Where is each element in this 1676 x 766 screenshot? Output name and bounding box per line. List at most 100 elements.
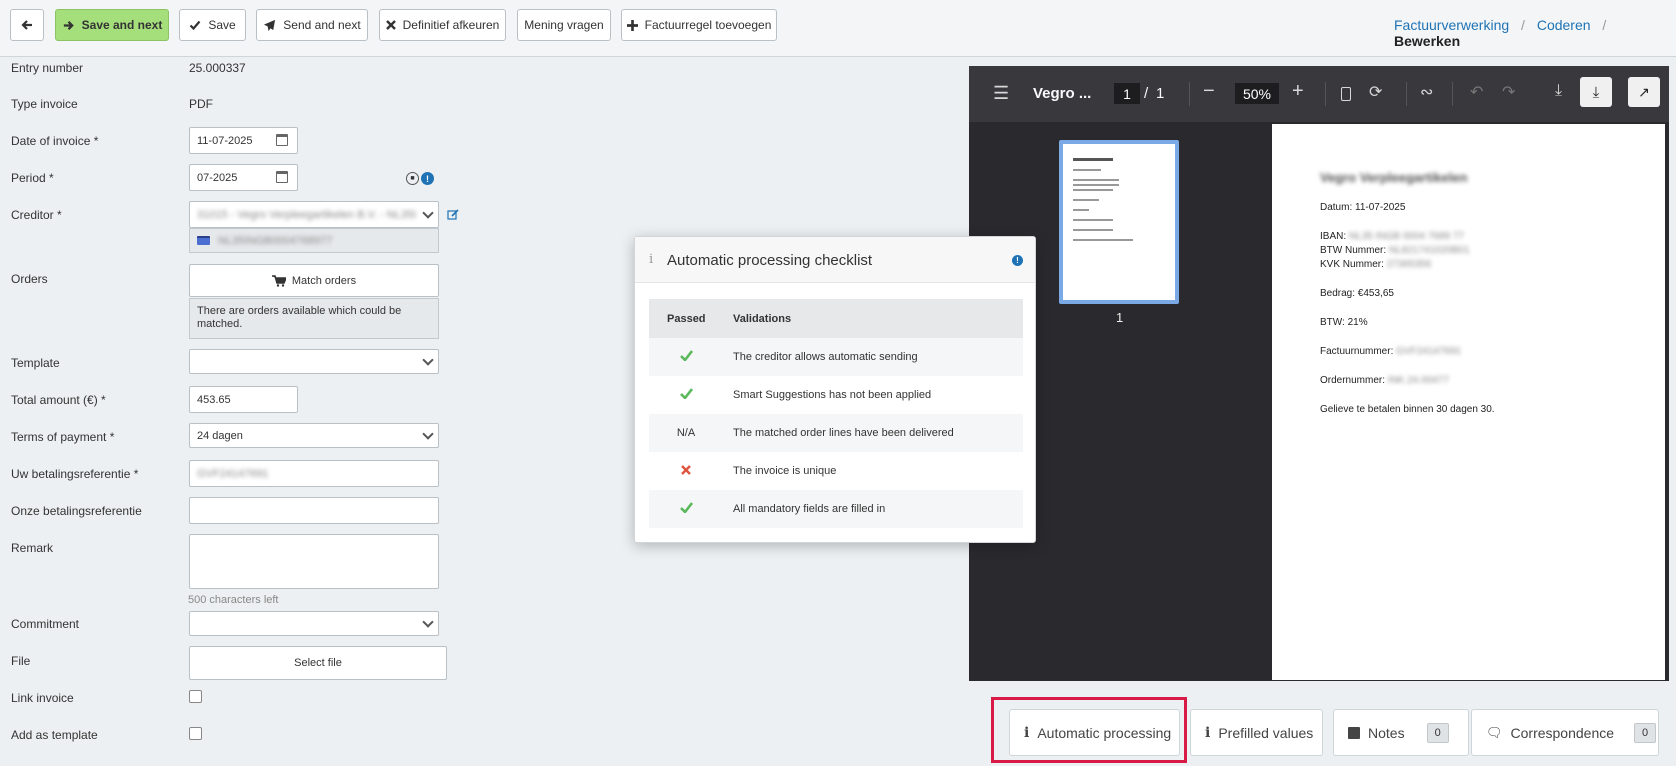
plus-icon	[626, 19, 638, 31]
template-label: Template	[11, 356, 60, 370]
match-orders-button[interactable]: Match orders	[189, 264, 439, 297]
check-icon	[190, 20, 201, 31]
draw-icon[interactable]: ∾	[1420, 82, 1433, 102]
save-download-icon[interactable]: ⤓	[1580, 77, 1612, 107]
popup-header: i Automatic processing checklist !	[635, 237, 1035, 283]
reject-button[interactable]: Definitief afkeuren	[379, 9, 506, 41]
total-amount-input[interactable]: 453.65	[189, 386, 298, 413]
total-amount-label: Total amount (€) *	[11, 393, 106, 407]
pdf-heading: Vegro Verpleegartikelen	[1320, 170, 1468, 185]
rotate-icon[interactable]: ⟳	[1369, 82, 1382, 102]
save-button[interactable]: Save	[179, 9, 246, 41]
table-row: Smart Suggestions has not been applied	[649, 376, 1023, 414]
pdf-iban: IBAN: NL35 INGB 0004 7689 77	[1320, 231, 1464, 242]
zoom-out-icon[interactable]: −	[1203, 80, 1215, 103]
file-label: File	[11, 654, 31, 668]
pdf-invoice-number: Factuurnummer: GVF24147691	[1320, 346, 1462, 357]
comments-icon: 🗨	[1486, 724, 1503, 740]
paper-plane-icon	[264, 19, 276, 31]
tab-prefilled-values[interactable]: i Prefilled values	[1190, 709, 1323, 756]
credit-card-icon	[197, 236, 210, 245]
open-external-icon[interactable]: ↗	[1628, 77, 1660, 107]
save-and-next-button[interactable]: Save and next	[55, 9, 169, 41]
pdf-btw: BTW: 21%	[1320, 317, 1368, 328]
zoom-in-icon[interactable]: +	[1292, 80, 1304, 103]
chars-left: 500 characters left	[188, 594, 279, 606]
breadcrumb-factuurverwerking[interactable]: Factuurverwerking	[1394, 17, 1509, 33]
highlight-box	[991, 697, 1187, 763]
chevron-down-icon	[422, 428, 434, 440]
commitment-label: Commitment	[11, 617, 80, 631]
send-and-next-button[interactable]: Send and next	[256, 9, 368, 41]
pdf-page: Vegro Verpleegartikelen Datum: 11-07-202…	[1272, 124, 1665, 680]
uw-ref-label: Uw betalingsreferentie *	[11, 467, 139, 481]
page-number-input[interactable]: 1	[1114, 83, 1140, 104]
type-invoice-label: Type invoice	[11, 97, 78, 111]
add-template-checkbox[interactable]	[189, 727, 202, 740]
breadcrumb-coderen[interactable]: Coderen	[1537, 17, 1591, 33]
info-icon: i	[1205, 724, 1211, 741]
commitment-select[interactable]	[189, 611, 439, 636]
redo-icon[interactable]: ↷	[1502, 82, 1515, 102]
calendar-icon[interactable]	[276, 171, 288, 183]
uw-ref-input[interactable]: GVF24147691	[189, 460, 439, 487]
breadcrumb: Factuurverwerking / Coderen / Bewerken	[1394, 17, 1607, 49]
creditor-select[interactable]: 31015 - Vegro Verpleegartikelen B.V. - N…	[189, 201, 439, 228]
pdf-amount: Bedrag: €453,65	[1320, 288, 1394, 299]
validation-text: The invoice is unique	[733, 465, 837, 477]
check-icon	[649, 338, 723, 376]
lock-icon[interactable]: ■	[406, 172, 419, 185]
calendar-icon[interactable]	[276, 134, 288, 146]
thumb-line	[1073, 209, 1089, 211]
zoom-level[interactable]: 50%	[1235, 83, 1279, 104]
arrow-left-icon	[21, 20, 32, 30]
date-input[interactable]: 11-07-2025	[189, 127, 298, 154]
link-invoice-checkbox[interactable]	[189, 690, 202, 703]
thumb-line	[1073, 199, 1099, 201]
page-fit-icon[interactable]	[1341, 87, 1351, 101]
validation-text: Smart Suggestions has not been applied	[733, 389, 932, 401]
cart-icon	[271, 274, 286, 287]
notes-count-badge: 0	[1426, 722, 1449, 743]
add-invoice-line-button[interactable]: Factuurregel toevoegen	[621, 9, 777, 41]
close-icon	[385, 20, 396, 30]
page-thumbnail[interactable]	[1059, 140, 1179, 304]
help-icon[interactable]: !	[1012, 255, 1023, 266]
toolbar-divider	[1189, 82, 1190, 106]
info-icon: i	[649, 252, 654, 267]
edit-icon[interactable]	[447, 209, 459, 221]
select-file-button[interactable]: Select file	[189, 646, 447, 680]
link-invoice-label: Link invoice	[11, 691, 74, 705]
onze-ref-input[interactable]	[189, 497, 439, 524]
terms-label: Terms of payment *	[11, 430, 115, 444]
tab-correspondence[interactable]: 🗨 Correspondence 0	[1471, 709, 1659, 756]
toolbar-divider	[1452, 82, 1453, 106]
remark-textarea[interactable]	[189, 534, 439, 589]
add-template-label: Add as template	[11, 728, 98, 742]
chevron-down-icon	[422, 616, 434, 628]
toolbar: Save and next Save Send and next Definit…	[0, 0, 1676, 57]
orders-label: Orders	[11, 272, 48, 286]
period-input[interactable]: 07-2025	[189, 164, 298, 191]
back-button[interactable]	[10, 9, 44, 41]
entry-number-value: 25.000337	[189, 61, 246, 75]
pdf-order-number: Ordernummer: INK.24.00477	[1320, 375, 1449, 386]
orders-notice: There are orders available which could b…	[189, 298, 439, 339]
arrow-right-icon	[63, 20, 74, 30]
thumb-line	[1073, 239, 1133, 241]
tab-notes[interactable]: Notes 0	[1333, 709, 1469, 756]
col-passed: Passed	[649, 299, 723, 338]
download-icon[interactable]: ⤓	[1555, 82, 1562, 100]
remark-label: Remark	[11, 541, 54, 555]
info-icon[interactable]: !	[421, 172, 434, 185]
menu-icon[interactable]: ☰	[993, 83, 1009, 104]
validation-text: All mandatory fields are filled in	[723, 490, 1023, 528]
ask-opinion-button[interactable]: Mening vragen	[517, 9, 611, 41]
table-row: N/A The matched order lines have been del…	[649, 414, 1023, 452]
type-invoice-value: PDF	[189, 97, 213, 111]
template-select[interactable]	[189, 349, 439, 374]
creditor-label: Creditor *	[11, 208, 62, 222]
check-icon	[649, 376, 723, 414]
terms-select[interactable]: 24 dagen	[189, 423, 439, 448]
undo-icon[interactable]: ↶	[1470, 82, 1483, 102]
